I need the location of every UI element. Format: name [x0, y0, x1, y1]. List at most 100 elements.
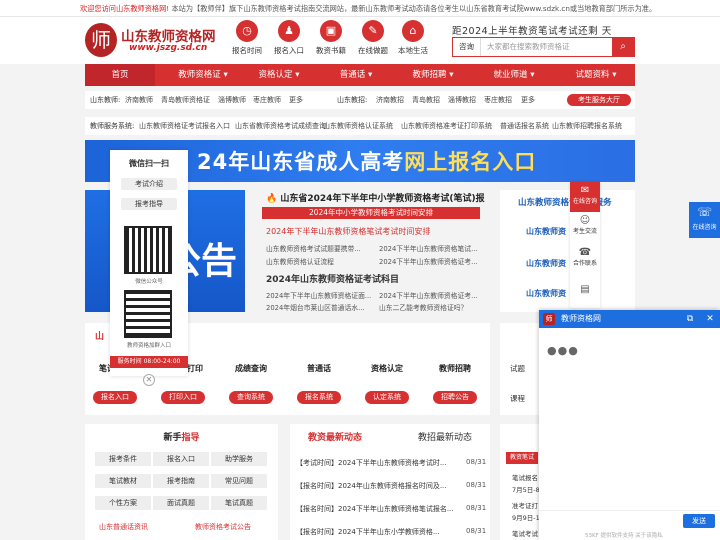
region-link[interactable]: 青岛教师资格证 — [161, 91, 210, 109]
nav-mandarin[interactable]: 普通话 ▾ — [325, 64, 387, 86]
search-input[interactable]: 大家都在搜索教师资格证 — [487, 38, 570, 56]
card-link[interactable]: 山东教师资 — [526, 288, 566, 299]
nav-employment[interactable]: 就业师道 ▾ — [479, 64, 549, 86]
recruitment-notice-button[interactable]: 招聘公告 — [433, 391, 477, 404]
nav-materials[interactable]: 试题资料 ▾ — [561, 64, 631, 86]
more-link[interactable]: 更多 — [521, 91, 535, 109]
service-system-row: 教师服务系统: 山东教师资格证考试报名入口 山东省教师资格考试成绩查询 山东教师… — [85, 117, 635, 135]
region-link[interactable]: 淄博教师 — [218, 91, 246, 109]
guide-link[interactable]: 山东普通话资讯 — [99, 522, 148, 532]
briefcase-button[interactable]: ▤ — [570, 276, 600, 306]
top-notice-bar: 欢迎您访问山东教师资格网! 本站为【教师伴】旗下山东教师资格考试指南交流网站，最… — [0, 0, 720, 17]
card-link[interactable]: 山东教师资 — [526, 226, 566, 237]
service-link[interactable]: 山东教师资格准考证打印系统 — [401, 117, 492, 135]
guide-link[interactable]: 教师资格考试公告 — [195, 522, 251, 532]
nav-home[interactable]: 首页 — [85, 64, 155, 86]
quicklink-books[interactable]: ▣ 教资书籍 — [313, 20, 349, 56]
news-item[interactable]: 【报名时间】2024下半年山东教师资格笔试报名... — [296, 504, 454, 514]
print-entry-button[interactable]: 打印入口 — [161, 391, 205, 404]
guide-button[interactable]: 个性方案 — [95, 496, 151, 510]
news-item[interactable]: 2024下半年山东教师资格证考... — [379, 256, 478, 266]
online-consult-button[interactable]: ✉ 在线咨询 — [570, 182, 600, 212]
quicklink-registration-time[interactable]: ◷ 报名时间 — [229, 20, 265, 56]
service-hall-button[interactable]: 考生服务大厅 — [567, 94, 631, 106]
close-icon[interactable]: ✕ — [703, 310, 717, 328]
section-title-link[interactable]: 2024年山东教师资格证考试科目 — [266, 272, 399, 285]
timeline-item: 准考证打 — [512, 502, 538, 510]
online-consult-tab[interactable]: ☏ 在线咨询 — [689, 202, 720, 238]
guide-button[interactable]: 报考条件 — [95, 452, 151, 466]
guide-button[interactable]: 报名入口 — [153, 452, 209, 466]
news-item[interactable]: 2024下半年山东教师资格笔试... — [379, 243, 478, 253]
headline-link[interactable]: 🔥 山东省2024年下半年中小学教师资格考试(笔试)报 — [266, 191, 485, 204]
send-button[interactable]: 发送 — [683, 514, 715, 528]
headline-news: 🔥 山东省2024年下半年中小学教师资格考试(笔试)报 2024年中小学教师资格… — [262, 190, 485, 312]
more-link[interactable]: 更多 — [289, 91, 303, 109]
news-item[interactable]: 【考试时间】2024下半年山东教师资格考试时... — [296, 458, 447, 468]
register-entry-button[interactable]: 报名入口 — [93, 391, 137, 404]
guide-button[interactable]: 笔试真题 — [211, 496, 267, 510]
nav-teacher-cert[interactable]: 教师资格证 ▾ — [163, 64, 243, 86]
schedule-banner-link[interactable]: 2024年中小学教师资格考试时间安排 — [262, 207, 480, 219]
card-link[interactable]: 山东教师资 — [526, 258, 566, 269]
exam-intro-button[interactable]: 考试介绍 — [121, 178, 177, 190]
quicklink-registration-entry[interactable]: ♟ 报名入口 — [271, 20, 307, 56]
news-item[interactable]: 2024年下半年山东教师资格证面... — [266, 290, 371, 300]
sub-headline-link[interactable]: 2024年下半年山东教师资格笔试考试时间安排 — [266, 226, 430, 237]
region-label: 山东教师: — [90, 96, 121, 104]
nav-recruitment[interactable]: 教师招聘 ▾ — [399, 64, 467, 86]
service-link[interactable]: 山东省教师资格考试成绩查询 — [235, 117, 326, 135]
mandarin-register-button[interactable]: 报名系统 — [297, 391, 341, 404]
chat-title: 教师资格网 — [561, 314, 601, 323]
tab-teacher-news[interactable]: 教资最新动态 — [308, 430, 362, 443]
close-icon[interactable]: ✕ — [143, 374, 155, 386]
news-item[interactable]: 【报名时间】2024年山东教师资格报名时间及... — [296, 481, 447, 491]
exam-guide-button[interactable]: 报考指导 — [121, 198, 177, 210]
nav-qualification[interactable]: 资格认定 ▾ — [245, 64, 313, 86]
search-icon[interactable]: ⌕ — [612, 38, 634, 56]
guide-button[interactable]: 常见问题 — [211, 474, 267, 488]
qualification-system-button[interactable]: 认定系统 — [365, 391, 409, 404]
quicklink-local-life[interactable]: ⌂ 本地生活 — [395, 20, 431, 56]
timeline-tag: 教资笔试 — [506, 452, 538, 464]
region-link[interactable]: 青岛教招 — [412, 91, 440, 109]
site-logo[interactable]: 师 山东教师资格网 www.jszg.sd.cn — [85, 23, 216, 59]
region-link[interactable]: 枣庄教招 — [484, 91, 512, 109]
powered-by-text: 53KF 提供软件支持 关于该隐私 — [585, 533, 663, 539]
service-link[interactable]: 普通话报名系统 — [500, 117, 549, 135]
service-label: 教师服务系统: — [90, 122, 135, 130]
guide-button[interactable]: 助学服务 — [211, 452, 267, 466]
service-link[interactable]: 山东教师资格认证系统 — [323, 117, 393, 135]
search-category[interactable]: 咨询 — [453, 38, 481, 56]
region-link[interactable]: 济南教师 — [125, 91, 153, 109]
side-link[interactable]: 课程 — [510, 393, 525, 404]
tab-recruit-news[interactable]: 教招最新动态 — [418, 430, 472, 443]
exam-service-card: 山东教师资格证考试服务 山东教师资 山东教师资 山东教师资 — [500, 190, 635, 312]
quicklink-practice[interactable]: ✎ 在线做题 — [355, 20, 391, 56]
exam-timeline-card: 教资笔试 笔试报名 7月5日-8 准考证打 9月9日-15 笔试考试 — [500, 424, 544, 540]
guide-button[interactable]: 面试真题 — [153, 496, 209, 510]
service-link[interactable]: 山东教师招聘报名系统 — [552, 117, 622, 135]
news-item[interactable]: 【报名时间】2024下半年山东小学教师资格... — [296, 527, 440, 537]
news-item[interactable]: 山东教师资格考试试题要携带... — [266, 243, 361, 253]
side-link[interactable]: 试题 — [510, 363, 525, 374]
region-link[interactable]: 济南教招 — [376, 91, 404, 109]
news-item[interactable]: 山东二乙能考教师资格证吗？ — [379, 302, 467, 312]
news-item[interactable]: 2024下半年山东教师资格证考... — [379, 290, 478, 300]
main-nav: 首页 教师资格证 ▾ 资格认定 ▾ 普通话 ▾ 教师招聘 ▾ 就业师道 ▾ 试题… — [85, 64, 635, 86]
region-link[interactable]: 淄博教招 — [448, 91, 476, 109]
quicklink-label: 报名时间 — [232, 46, 262, 55]
news-item[interactable]: 山东教师资格认证流程 — [266, 256, 334, 266]
region-link[interactable]: 枣庄教师 — [253, 91, 281, 109]
service-link[interactable]: 山东教师资格证考试报名入口 — [139, 117, 230, 135]
score-query-button[interactable]: 查询系统 — [229, 391, 273, 404]
panel-tab[interactable]: 山 — [95, 329, 104, 342]
news-item[interactable]: 2024年烟台市莱山区普通话水... — [266, 302, 365, 312]
group-icon: ☺ — [579, 215, 591, 226]
popout-icon[interactable]: ⧉ — [683, 310, 697, 328]
guide-button[interactable]: 笔试教材 — [95, 474, 151, 488]
contact-button[interactable]: ☎ 合作联系 — [570, 244, 600, 274]
student-chat-button[interactable]: ☺ 考生交流 — [570, 212, 600, 242]
guide-button[interactable]: 报考指南 — [153, 474, 209, 488]
float-label: 考生交流 — [572, 228, 597, 235]
